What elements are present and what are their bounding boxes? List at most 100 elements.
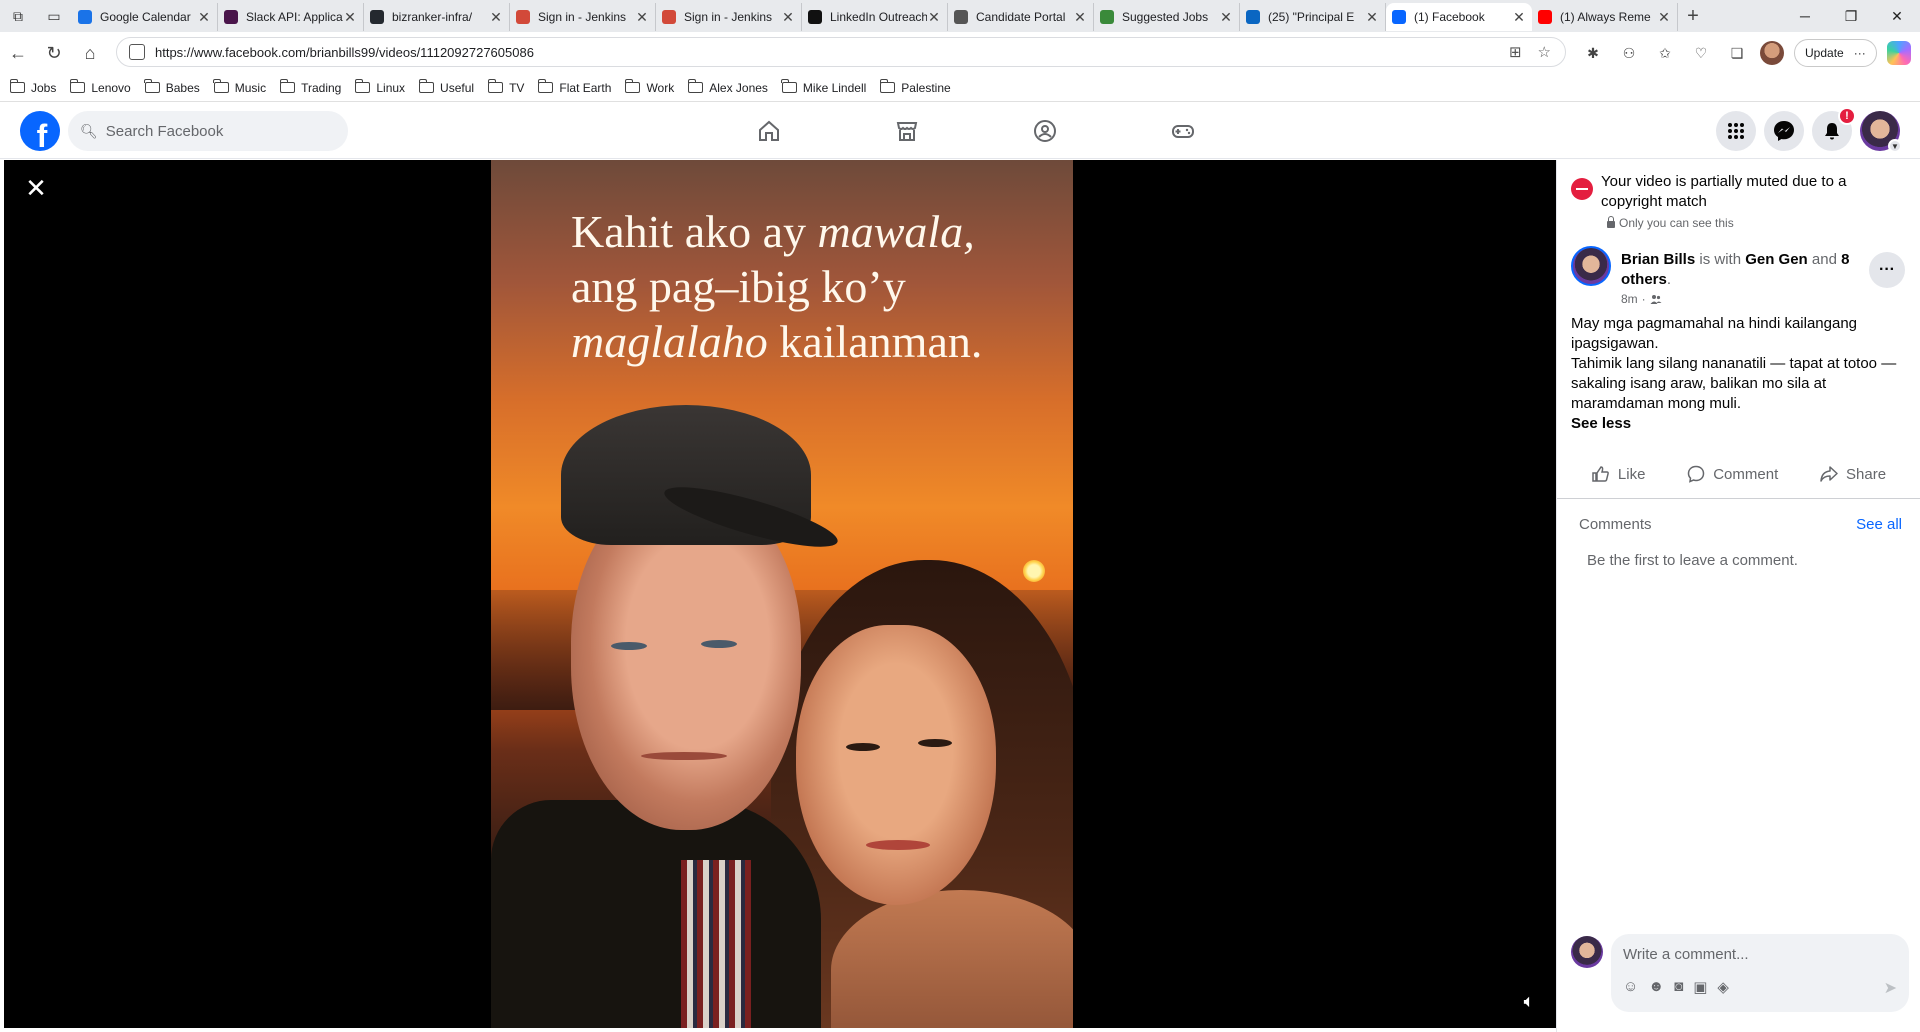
browser-tab[interactable]: Candidate Portal ✕ — [948, 3, 1094, 31]
favorites-icon[interactable]: ✩ — [1652, 40, 1678, 66]
emoji-icon[interactable]: ☻ — [1648, 978, 1664, 996]
bookmark-folder[interactable]: Linux — [354, 79, 405, 95]
site-info-icon[interactable] — [129, 44, 145, 60]
avatar-sticker-icon[interactable]: ☺︎ — [1623, 978, 1638, 996]
volume-muted-icon[interactable]: 🔈︎ — [1514, 986, 1544, 1016]
composer-avatar[interactable] — [1571, 936, 1603, 968]
gif-icon[interactable]: ▣ — [1693, 978, 1707, 996]
nav-groups[interactable] — [976, 103, 1114, 159]
extensions-icon[interactable]: ✱ — [1580, 40, 1606, 66]
update-button[interactable]: Update ··· — [1794, 39, 1877, 67]
bookmark-folder[interactable]: TV — [487, 79, 524, 95]
post-options-button[interactable]: ··· — [1869, 252, 1905, 288]
facebook-logo[interactable]: f — [20, 111, 60, 151]
browser-tab[interactable]: Slack API: Applications✕ — [218, 3, 364, 31]
bookmark-folder[interactable]: Mike Lindell — [781, 79, 866, 95]
see-less-link[interactable]: See less — [1571, 414, 1909, 434]
browser-tab[interactable]: (1) Facebook ✕ — [1386, 3, 1532, 31]
tab-close-icon[interactable]: ✕ — [489, 9, 503, 26]
browser-tab[interactable]: Suggested Jobs ✕ — [1094, 3, 1240, 31]
address-bar[interactable]: https://www.facebook.com/brianbills99/vi… — [116, 37, 1566, 67]
bookmark-folder[interactable]: Work — [624, 79, 674, 95]
groups-icon — [1034, 120, 1056, 142]
bookmark-folder[interactable]: Alex Jones — [687, 79, 768, 95]
friends-audience-icon[interactable] — [1650, 293, 1662, 305]
more-menu-icon[interactable]: ··· — [1854, 46, 1866, 60]
tab-close-icon[interactable]: ✕ — [1657, 9, 1671, 26]
sticker-icon[interactable]: ◈ — [1717, 978, 1729, 996]
comment-tools: ☺︎ ☻ ◙ ▣ ◈ — [1623, 978, 1729, 996]
comment-button[interactable]: Comment — [1687, 465, 1778, 483]
nav-home[interactable] — [700, 103, 838, 159]
favorite-star-icon[interactable]: ☆ — [1538, 43, 1551, 61]
bookmark-folder[interactable]: Palestine — [879, 79, 951, 95]
bookmark-folder[interactable]: Useful — [418, 79, 474, 95]
share-button[interactable]: Share — [1820, 465, 1886, 483]
collections-icon[interactable]: ❏ — [1724, 40, 1750, 66]
facebook-header-actions: ! ▼ — [1716, 107, 1902, 153]
url-text[interactable]: https://www.facebook.com/brianbills99/vi… — [155, 45, 1509, 60]
close-window-button[interactable]: ✕ — [1874, 0, 1920, 32]
tab-close-icon[interactable]: ✕ — [343, 9, 357, 26]
post-time[interactable]: 8m — [1621, 292, 1638, 306]
bookmark-folder[interactable]: Music — [213, 79, 266, 95]
tab-close-icon[interactable]: ✕ — [197, 9, 211, 26]
send-icon[interactable]: ➤ — [1884, 978, 1897, 998]
comment-box[interactable]: ☺︎ ☻ ◙ ▣ ◈ ➤ — [1611, 934, 1909, 1012]
browser-tab[interactable]: bizranker-infra/ ✕ — [364, 3, 510, 31]
menu-grid-button[interactable] — [1716, 111, 1756, 151]
tab-close-icon[interactable]: ✕ — [1365, 9, 1379, 26]
browser-tab[interactable]: (1) Always Reme ✕ — [1532, 3, 1678, 31]
tab-close-icon[interactable]: ✕ — [781, 9, 795, 26]
bookmark-folder[interactable]: Flat Earth — [537, 79, 611, 95]
minimize-button[interactable]: ─ — [1782, 0, 1828, 32]
browser-tab[interactable]: Sign in - Jenkins ✕ — [510, 3, 656, 31]
like-button[interactable]: Like — [1592, 465, 1645, 483]
tab-close-icon[interactable]: ✕ — [635, 9, 649, 26]
home-icon[interactable]: ⌂ — [72, 37, 108, 69]
notifications-button[interactable]: ! — [1812, 107, 1856, 151]
copilot-icon[interactable] — [1886, 41, 1911, 65]
search-placeholder[interactable]: Search Facebook — [106, 123, 224, 140]
tagged-person-link[interactable]: Gen Gen — [1745, 251, 1808, 268]
camera-icon[interactable]: ◙ — [1674, 978, 1683, 996]
tab-title: (25) "Principal E — [1268, 10, 1355, 24]
browser-profile-avatar[interactable] — [1760, 41, 1784, 65]
facebook-search-box[interactable]: 🔍︎ Search Facebook — [68, 111, 348, 151]
nav-marketplace[interactable] — [838, 103, 976, 159]
folder-icon — [213, 79, 229, 93]
browser-tab[interactable]: (25) "Principal E ✕ — [1240, 3, 1386, 31]
browser-tab[interactable]: LinkedIn Outreach ✕ — [802, 3, 948, 31]
tab-close-icon[interactable]: ✕ — [927, 9, 941, 26]
split-screen-icon[interactable]: ⚇ — [1616, 40, 1642, 66]
workspaces-icon[interactable]: ⧉ — [0, 0, 36, 32]
refresh-icon[interactable]: ↻ — [36, 37, 72, 69]
visibility-text: Only you can see this — [1619, 216, 1734, 230]
comment-input[interactable] — [1623, 942, 1893, 966]
bookmark-folder[interactable]: Jobs — [9, 79, 56, 95]
video-player[interactable]: Kahit ako ay mawala, ang pag–ibig ko’y m… — [491, 160, 1073, 1028]
bookmark-folder[interactable]: Trading — [279, 79, 341, 95]
tab-close-icon[interactable]: ✕ — [1219, 9, 1233, 26]
tab-actions-icon[interactable]: ▭ — [36, 0, 72, 32]
bookmark-folder[interactable]: Lenovo — [69, 79, 131, 95]
browser-essentials-icon[interactable]: ♡ — [1688, 40, 1714, 66]
see-all-link[interactable]: See all — [1856, 516, 1902, 533]
browser-tab[interactable]: Google Calendar ✕ — [72, 3, 218, 31]
new-tab-button[interactable]: + — [1678, 5, 1708, 28]
post-actions: Like Comment Share — [1571, 456, 1907, 492]
back-icon[interactable]: ← — [0, 37, 36, 69]
tab-close-icon[interactable]: ✕ — [1512, 9, 1526, 26]
share-label: Share — [1846, 465, 1887, 483]
tab-close-icon[interactable]: ✕ — [1073, 9, 1087, 26]
nav-gaming[interactable] — [1114, 103, 1252, 159]
close-icon[interactable]: ✕ — [18, 170, 54, 206]
author-avatar[interactable] — [1571, 246, 1611, 286]
browser-tab[interactable]: Sign in - Jenkins ✕ — [656, 3, 802, 31]
restore-button[interactable]: ❐ — [1828, 0, 1874, 32]
messenger-button[interactable] — [1764, 111, 1804, 151]
account-avatar[interactable]: ▼ — [1860, 111, 1902, 153]
bookmark-folder[interactable]: Babes — [144, 79, 200, 95]
app-available-icon[interactable]: ⊞ — [1509, 43, 1522, 61]
author-name-link[interactable]: Brian Bills — [1621, 251, 1695, 268]
